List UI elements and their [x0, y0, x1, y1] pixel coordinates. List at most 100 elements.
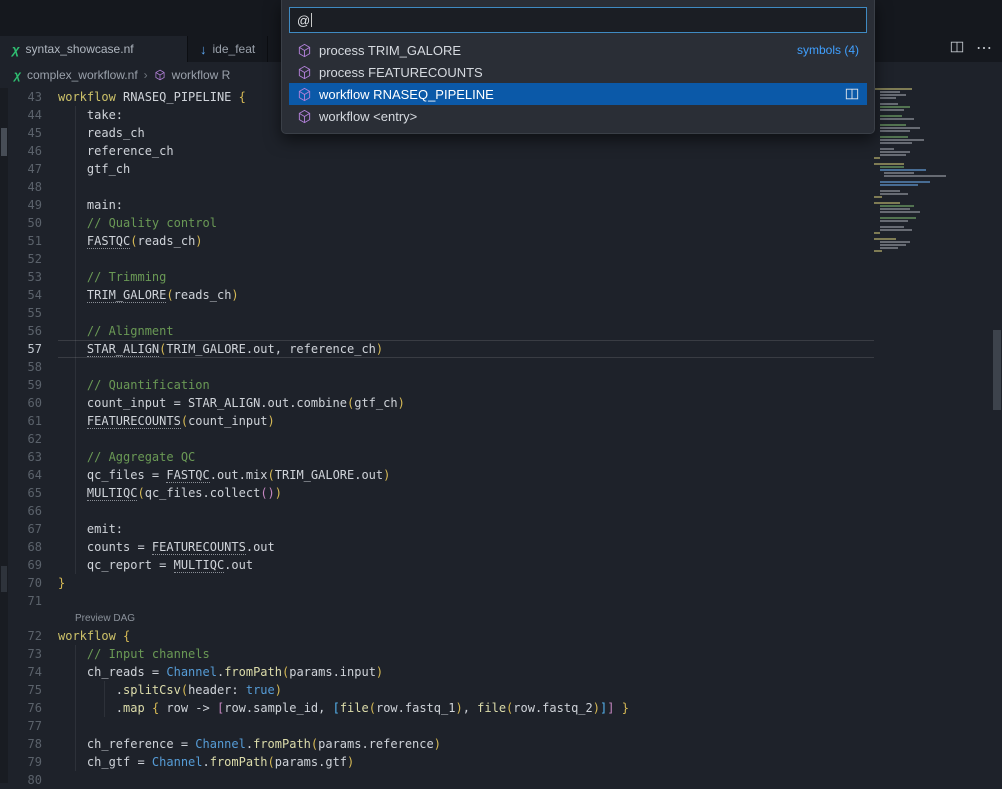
- line-number: 47: [0, 160, 58, 178]
- code-line[interactable]: 71: [0, 592, 874, 610]
- split-editor-button[interactable]: [950, 40, 964, 58]
- code-line[interactable]: 68 counts = FEATURECOUNTS.out: [0, 538, 874, 556]
- line-content: // Alignment: [58, 322, 874, 340]
- minimap-line: [880, 169, 926, 171]
- code-line[interactable]: 56 // Alignment: [0, 322, 874, 340]
- editor-actions: ⋯: [950, 40, 992, 58]
- line-number: 64: [0, 466, 58, 484]
- code-line[interactable]: 75 .splitCsv(header: true): [0, 681, 874, 699]
- code-line[interactable]: 74 ch_reads = Channel.fromPath(params.in…: [0, 663, 874, 681]
- code-line[interactable]: 62: [0, 430, 874, 448]
- codelens-preview-dag[interactable]: Preview DAG: [0, 610, 874, 627]
- minimap-line: [874, 238, 896, 240]
- line-content: FASTQC(reads_ch): [58, 232, 874, 250]
- quick-open-input[interactable]: @: [289, 7, 867, 33]
- code-line[interactable]: 54 TRIM_GALORE(reads_ch): [0, 286, 874, 304]
- left-gutter-strip: [0, 88, 8, 783]
- minimap[interactable]: [874, 88, 966, 253]
- minimap-line: [874, 232, 880, 234]
- minimap-line: [880, 94, 906, 96]
- line-number: 57: [0, 340, 58, 358]
- code-line[interactable]: 48: [0, 178, 874, 196]
- vscode-window: χsyntax_showcase.nf↓ide_feat ⋯ χ complex…: [0, 0, 1002, 783]
- code-line[interactable]: 57 STAR_ALIGN(TRIM_GALORE.out, reference…: [0, 340, 874, 358]
- breadcrumb-symbol[interactable]: workflow R: [172, 68, 231, 82]
- code-line[interactable]: 53 // Trimming: [0, 268, 874, 286]
- minimap-line: [880, 181, 930, 183]
- line-number: 72: [0, 627, 58, 645]
- symbols-count-link[interactable]: symbols (4): [797, 43, 859, 57]
- line-number: 61: [0, 412, 58, 430]
- line-content: [58, 358, 874, 376]
- minimap-line: [880, 193, 908, 195]
- more-actions-button[interactable]: ⋯: [976, 41, 992, 57]
- minimap-line: [880, 166, 904, 168]
- tab-syntax-showcase-nf[interactable]: χsyntax_showcase.nf: [0, 36, 188, 62]
- code-line[interactable]: 72workflow {: [0, 627, 874, 645]
- line-number: 52: [0, 250, 58, 268]
- quick-open-widget: @ process TRIM_GALOREsymbols (4)process …: [281, 0, 875, 134]
- code-line[interactable]: 65 MULTIQC(qc_files.collect()): [0, 484, 874, 502]
- line-content: [58, 250, 874, 268]
- code-line[interactable]: 59 // Quantification: [0, 376, 874, 394]
- line-number: 53: [0, 268, 58, 286]
- minimap-line: [880, 217, 916, 219]
- open-to-side-icon[interactable]: [845, 87, 859, 101]
- line-content: }: [58, 574, 874, 592]
- code-line[interactable]: 79 ch_gtf = Channel.fromPath(params.gtf): [0, 753, 874, 771]
- code-line[interactable]: 76 .map { row -> [row.sample_id, [file(r…: [0, 699, 874, 717]
- code-line[interactable]: 70}: [0, 574, 874, 592]
- line-content: [58, 592, 874, 610]
- indent-guide: [75, 106, 76, 574]
- breadcrumb-separator-icon: ›: [144, 68, 148, 82]
- code-line[interactable]: 64 qc_files = FASTQC.out.mix(TRIM_GALORE…: [0, 466, 874, 484]
- result-label: process TRIM_GALORE: [319, 43, 461, 58]
- code-line[interactable]: 58: [0, 358, 874, 376]
- code-line[interactable]: 47 gtf_ch: [0, 160, 874, 178]
- code-line[interactable]: 51 FASTQC(reads_ch): [0, 232, 874, 250]
- tab-label: ide_feat: [213, 42, 256, 56]
- code-line[interactable]: 73 // Input channels: [0, 645, 874, 663]
- code-line[interactable]: 60 count_input = STAR_ALIGN.out.combine(…: [0, 394, 874, 412]
- code-line[interactable]: 80: [0, 771, 874, 789]
- minimap-line: [880, 130, 910, 132]
- gutter-decoration: [1, 128, 7, 156]
- vertical-scrollbar[interactable]: [992, 88, 1002, 783]
- line-number: 44: [0, 106, 58, 124]
- line-content: [58, 304, 874, 322]
- code-line[interactable]: 50 // Quality control: [0, 214, 874, 232]
- minimap-line: [884, 175, 946, 177]
- quick-open-item[interactable]: process TRIM_GALORE symbols (4): [289, 39, 867, 61]
- breadcrumb-file[interactable]: complex_workflow.nf: [27, 68, 138, 82]
- line-content: gtf_ch: [58, 160, 874, 178]
- download-arrow-icon: ↓: [200, 42, 207, 57]
- code-line[interactable]: 66: [0, 502, 874, 520]
- minimap-line: [880, 226, 904, 228]
- code-line[interactable]: 55: [0, 304, 874, 322]
- minimap-line: [874, 250, 882, 252]
- code-line[interactable]: 61 FEATURECOUNTS(count_input): [0, 412, 874, 430]
- line-content: main:: [58, 196, 874, 214]
- code-line[interactable]: 78 ch_reference = Channel.fromPath(param…: [0, 735, 874, 753]
- scrollbar-thumb[interactable]: [993, 330, 1001, 410]
- line-content: MULTIQC(qc_files.collect()): [58, 484, 874, 502]
- code-line[interactable]: 77: [0, 717, 874, 735]
- symbol-namespace-icon: [154, 69, 166, 81]
- editor-pane: 43workflow RNASEQ_PIPELINE {44 take:45 r…: [0, 88, 1002, 783]
- minimap-line: [874, 202, 900, 204]
- code-line[interactable]: 63 // Aggregate QC: [0, 448, 874, 466]
- tab-ide-feat[interactable]: ↓ ide_feat: [188, 36, 268, 62]
- code-line[interactable]: 46 reference_ch: [0, 142, 874, 160]
- quick-open-item[interactable]: workflow <entry>: [289, 105, 867, 127]
- quick-open-item[interactable]: process FEATURECOUNTS: [289, 61, 867, 83]
- line-number: 58: [0, 358, 58, 376]
- line-content: // Quality control: [58, 214, 874, 232]
- quick-open-item[interactable]: workflow RNASEQ_PIPELINE: [289, 83, 867, 105]
- minimap-line: [880, 247, 898, 249]
- code-line[interactable]: 69 qc_report = MULTIQC.out: [0, 556, 874, 574]
- code-line[interactable]: 67 emit:: [0, 520, 874, 538]
- code-line[interactable]: 49 main:: [0, 196, 874, 214]
- line-content: [58, 178, 874, 196]
- line-content: ch_gtf = Channel.fromPath(params.gtf): [58, 753, 874, 771]
- code-line[interactable]: 52: [0, 250, 874, 268]
